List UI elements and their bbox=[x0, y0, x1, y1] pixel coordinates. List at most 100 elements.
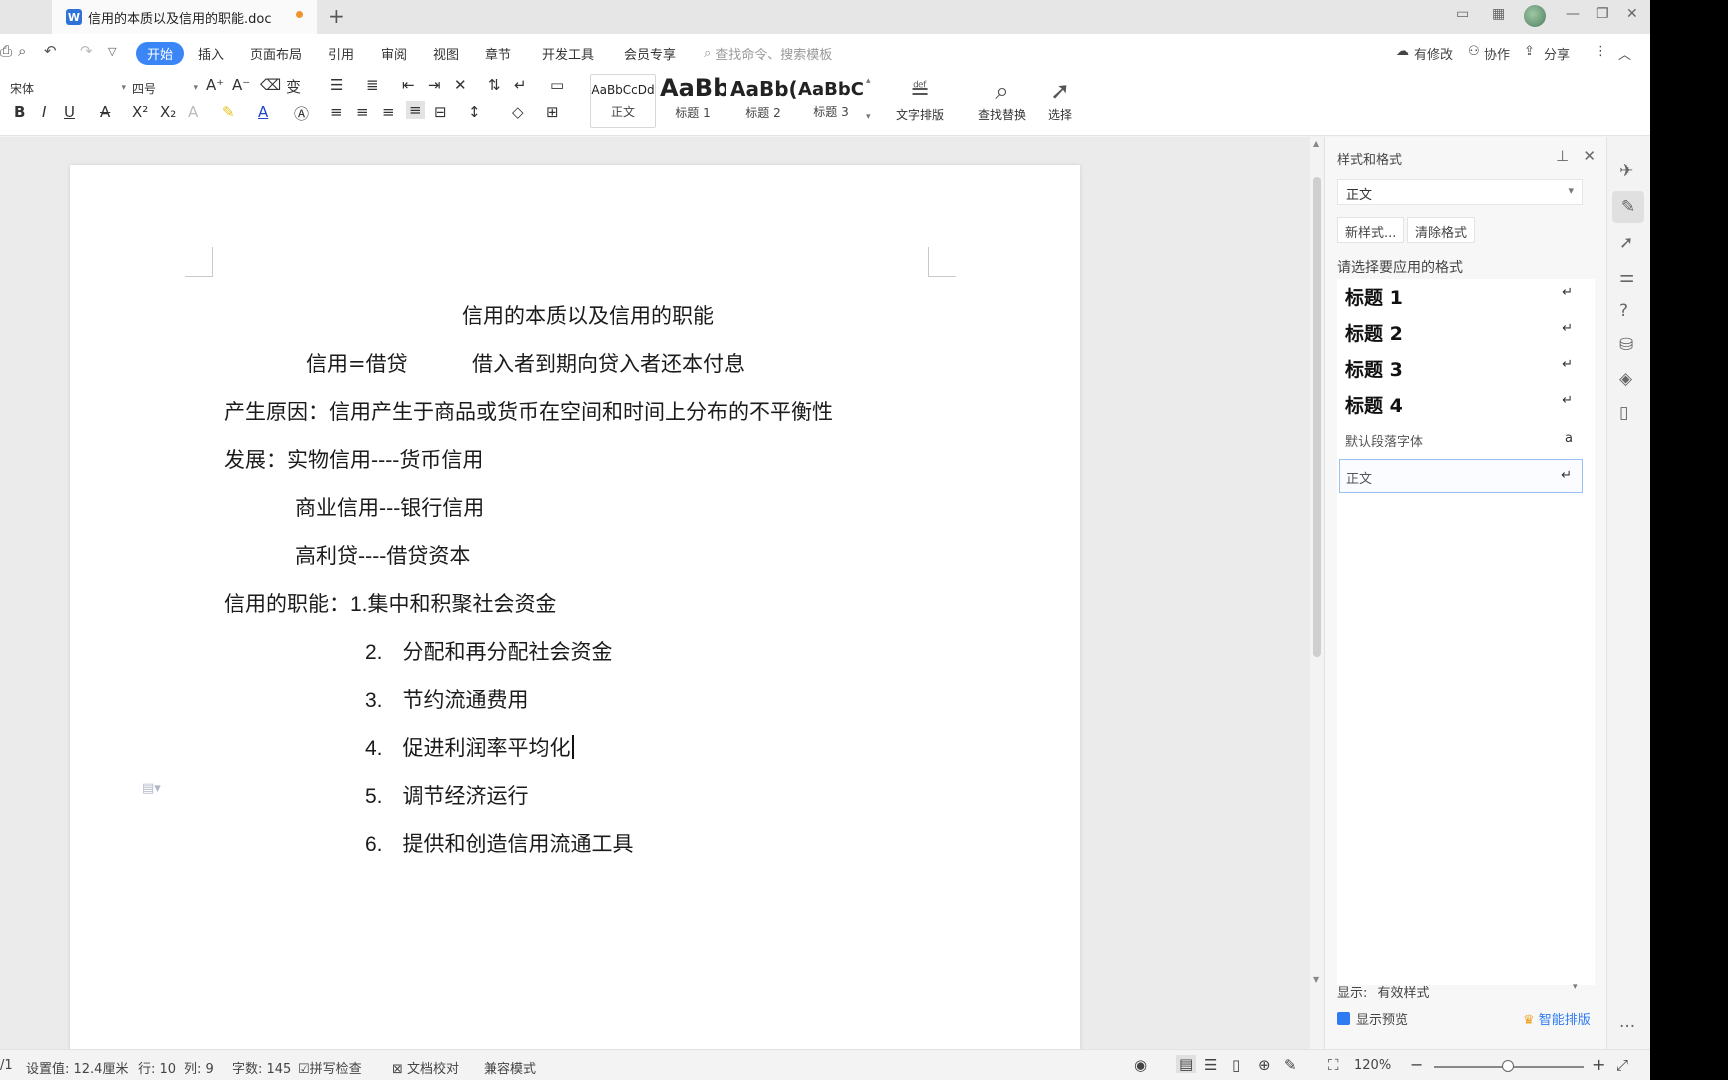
superscript-icon[interactable]: X² bbox=[132, 103, 148, 121]
function-item[interactable]: 2. 分配和再分配社会资金 bbox=[365, 636, 613, 666]
undo-icon[interactable]: ↶ bbox=[44, 42, 57, 60]
align-center-icon[interactable]: ≡ bbox=[356, 103, 369, 121]
style-heading-3[interactable]: AaBbC 标题 3 bbox=[798, 74, 864, 128]
doc-line-definition-detail[interactable]: 借入者到期向贷入者还本付息 bbox=[472, 348, 745, 378]
menu-page-layout[interactable]: 页面布局 bbox=[250, 44, 302, 63]
compass-icon[interactable]: ◈ bbox=[1619, 369, 1632, 389]
text-effect-icon[interactable]: A bbox=[188, 103, 198, 121]
reading-view-icon[interactable]: ▯ bbox=[1232, 1056, 1240, 1074]
strikethrough-icon[interactable]: A bbox=[100, 103, 110, 121]
doc-line-commercial[interactable]: 商业信用---银行信用 bbox=[295, 492, 484, 522]
gallery-up-icon[interactable]: ▴ bbox=[866, 76, 871, 86]
select-button[interactable]: ➚ 选择 bbox=[1048, 76, 1072, 123]
collapse-ribbon-icon[interactable]: ︿ bbox=[1618, 44, 1631, 63]
char-border-icon[interactable]: Ⓐ bbox=[294, 103, 309, 124]
menu-developer[interactable]: 开发工具 bbox=[542, 44, 594, 63]
document-page[interactable]: 信用的本质以及信用的职能 信用=借贷 借入者到期向贷入者还本付息 产生原因：信用… bbox=[70, 165, 1080, 1049]
clear-format-icon[interactable]: ⌫ bbox=[260, 76, 281, 94]
align-right-icon[interactable]: ≡ bbox=[382, 103, 395, 121]
page-indicator[interactable]: /1 bbox=[0, 1058, 13, 1073]
align-left-icon[interactable]: ≡ bbox=[330, 103, 343, 121]
show-filter[interactable]: 显示: 有效样式 ▾ bbox=[1337, 982, 1578, 1001]
justify-icon[interactable]: ≡ bbox=[406, 101, 425, 119]
doc-line-definition[interactable]: 信用=借贷 bbox=[306, 348, 408, 378]
menu-member[interactable]: 会员专享 bbox=[624, 44, 676, 63]
customize-chevron-icon[interactable]: ▽ bbox=[108, 45, 116, 58]
scroll-down-icon[interactable]: ▼ bbox=[1313, 975, 1319, 984]
borders-icon[interactable]: ⊞ bbox=[546, 103, 559, 121]
backup-icon[interactable]: ⛁ bbox=[1619, 335, 1633, 355]
proofread-button[interactable]: ⊠ 文档校对 bbox=[392, 1058, 459, 1077]
word-count[interactable]: 字数: 145 bbox=[232, 1058, 291, 1077]
style-normal[interactable]: AaBbCcDd 正文 bbox=[590, 74, 656, 128]
select-cursor-icon[interactable]: ➚ bbox=[1619, 233, 1633, 253]
distribute-icon[interactable]: ⊟ bbox=[434, 103, 447, 121]
new-style-button[interactable]: 新样式... bbox=[1337, 217, 1405, 243]
ruler-icon[interactable]: ▭ bbox=[550, 76, 564, 94]
zoom-slider-knob[interactable] bbox=[1502, 1060, 1514, 1072]
show-marks-icon[interactable]: ↵ bbox=[514, 76, 527, 94]
restore-icon[interactable]: ❐ bbox=[1596, 6, 1609, 22]
shading-icon[interactable]: ◇ bbox=[512, 103, 524, 121]
vertical-scrollbar[interactable]: ▲ ▼ bbox=[1310, 137, 1324, 1049]
zoom-in-icon[interactable]: + bbox=[1592, 1055, 1605, 1074]
doc-title[interactable]: 信用的本质以及信用的职能 bbox=[462, 300, 714, 330]
style-item-heading-4[interactable]: 标题 4 ↵ bbox=[1339, 387, 1583, 421]
line-spacing-icon[interactable]: ↕ bbox=[468, 103, 481, 121]
underline-icon[interactable]: U bbox=[64, 103, 75, 121]
function-item[interactable]: 4. 促进利润率平均化 bbox=[365, 732, 574, 762]
menu-home[interactable]: 开始 bbox=[136, 42, 185, 65]
style-heading-1[interactable]: AaBb 标题 1 bbox=[660, 74, 726, 128]
zoom-out-icon[interactable]: − bbox=[1410, 1055, 1423, 1074]
increase-indent-icon[interactable]: ⇥ bbox=[428, 76, 441, 94]
menu-section[interactable]: 章节 bbox=[485, 44, 511, 63]
subscript-icon[interactable]: X₂ bbox=[160, 103, 176, 121]
redo-icon[interactable]: ↷ bbox=[80, 42, 93, 60]
rocket-icon[interactable]: ✈ bbox=[1619, 161, 1633, 181]
checkbox-checked-icon[interactable] bbox=[1337, 1012, 1350, 1025]
avatar[interactable] bbox=[1524, 5, 1546, 27]
bullet-list-icon[interactable]: ☰ bbox=[330, 76, 343, 94]
function-item[interactable]: 5. 调节经济运行 bbox=[365, 780, 529, 810]
menu-view[interactable]: 视图 bbox=[433, 44, 459, 63]
properties-icon[interactable]: ⚌ bbox=[1619, 267, 1634, 287]
doc-line-functions-label[interactable]: 信用的职能：1.集中和积聚社会资金 bbox=[224, 588, 557, 618]
bold-icon[interactable]: B bbox=[14, 103, 25, 121]
italic-icon[interactable]: I bbox=[42, 103, 46, 121]
document-tab[interactable]: W 信用的本质以及信用的职能.doc bbox=[52, 0, 317, 34]
style-item-heading-3[interactable]: 标题 3 ↵ bbox=[1339, 351, 1583, 385]
numbered-list-icon[interactable]: ≣ bbox=[366, 76, 379, 94]
save-icon[interactable]: ⎙ bbox=[0, 42, 12, 60]
book-icon[interactable]: ▯ bbox=[1619, 403, 1628, 423]
share-button[interactable]: 分享 bbox=[1544, 44, 1570, 63]
doc-line-usury[interactable]: 高利贷----借贷资本 bbox=[295, 540, 470, 570]
sort-icon[interactable]: ⇅ bbox=[488, 76, 501, 94]
page-view-icon[interactable]: ▤ bbox=[1176, 1055, 1197, 1073]
fullscreen-icon[interactable]: ⤢ bbox=[1616, 1056, 1628, 1074]
function-item[interactable]: 6. 提供和创造信用流通工具 bbox=[365, 828, 634, 858]
style-item-heading-1[interactable]: 标题 1 ↵ bbox=[1339, 279, 1583, 313]
show-preview-toggle[interactable]: 显示预览 bbox=[1337, 1009, 1408, 1028]
gallery-more-icon[interactable]: ▾ bbox=[866, 112, 871, 122]
modified-status[interactable]: 有修改 bbox=[1414, 44, 1453, 63]
grow-font-icon[interactable]: A⁺ bbox=[206, 76, 224, 94]
chinese-layout-icon[interactable]: ✕ bbox=[454, 76, 467, 94]
style-pen-icon[interactable]: ✎ bbox=[1612, 191, 1644, 223]
text-layout-button[interactable]: ≝ 文字排版 bbox=[896, 76, 944, 123]
reading-mode-icon[interactable]: ▭ bbox=[1456, 6, 1469, 22]
clear-format-button[interactable]: 清除格式 bbox=[1407, 217, 1476, 243]
decrease-indent-icon[interactable]: ⇤ bbox=[402, 76, 415, 94]
new-tab-button[interactable]: + bbox=[328, 4, 345, 28]
doc-line-cause[interactable]: 产生原因：信用产生于商品或货币在空间和时间上分布的不平衡性 bbox=[224, 396, 833, 426]
smart-layout-link[interactable]: ♛ 智能排版 bbox=[1523, 1009, 1591, 1028]
current-style-select[interactable]: 正文 ▾ bbox=[1337, 179, 1583, 205]
scrollbar-thumb[interactable] bbox=[1313, 177, 1321, 657]
pin-icon[interactable]: ⊥ bbox=[1556, 147, 1569, 165]
more-icon[interactable]: ··· bbox=[1619, 1017, 1635, 1037]
scroll-up-icon[interactable]: ▲ bbox=[1313, 139, 1319, 148]
more-options-icon[interactable]: ⋮ bbox=[1594, 44, 1607, 59]
panel-title[interactable]: 样式和格式 bbox=[1337, 149, 1402, 168]
phonetic-icon[interactable]: 变 bbox=[286, 76, 301, 97]
command-search[interactable]: ⌕ 查找命令、搜索模板 bbox=[704, 43, 874, 63]
find-replace-button[interactable]: ⌕ 查找替换 bbox=[978, 76, 1026, 123]
